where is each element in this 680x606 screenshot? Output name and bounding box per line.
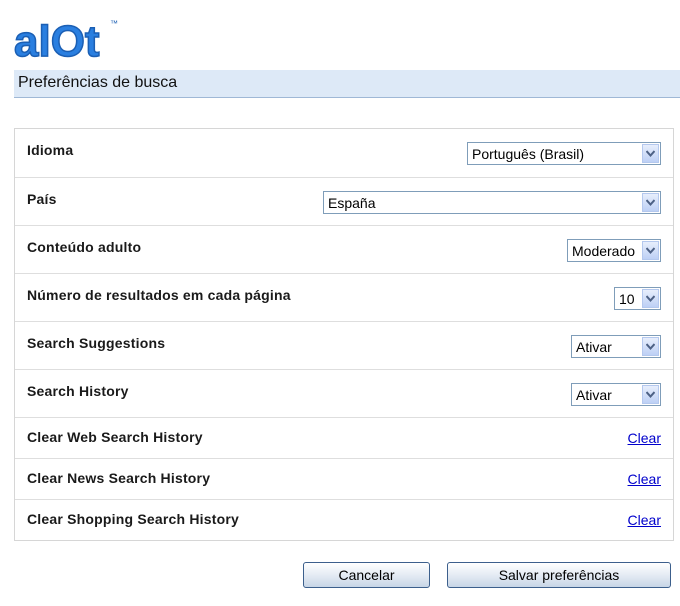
clear-row-web: Clear Web Search History Clear: [15, 417, 673, 458]
chevron-down-icon[interactable]: [642, 337, 659, 356]
search-suggestions-label: Search Suggestions: [27, 335, 166, 351]
clear-news-history-link[interactable]: Clear: [628, 471, 661, 487]
language-select-value: Português (Brasil): [472, 146, 585, 162]
adult-content-label: Conteúdo adulto: [27, 239, 142, 255]
search-suggestions-select-value: Ativar: [576, 339, 612, 355]
clear-shopping-history-link[interactable]: Clear: [628, 512, 661, 528]
chevron-down-icon[interactable]: [642, 144, 659, 163]
preferences-panel: Idioma Português (Brasil) País España Co…: [14, 128, 674, 541]
language-select[interactable]: Português (Brasil): [467, 142, 661, 165]
adult-content-select-value: Moderado: [572, 243, 636, 259]
chevron-down-icon[interactable]: [642, 289, 659, 308]
page-title: Preferências de busca: [18, 74, 178, 91]
alot-logo[interactable]: alOt ™: [13, 16, 124, 67]
language-label: Idioma: [27, 142, 74, 158]
search-history-select[interactable]: Ativar: [571, 383, 661, 406]
country-select[interactable]: España: [323, 191, 661, 214]
clear-news-history-label: Clear News Search History: [27, 470, 211, 486]
preference-row-search-history: Search History Ativar: [15, 369, 673, 417]
preference-row-results-per-page: Número de resultados em cada página 10: [15, 273, 673, 321]
clear-web-history-link[interactable]: Clear: [628, 430, 661, 446]
search-suggestions-select[interactable]: Ativar: [571, 335, 661, 358]
results-per-page-select-value: 10: [619, 291, 635, 307]
chevron-down-icon[interactable]: [642, 193, 659, 212]
results-per-page-label: Número de resultados em cada página: [27, 287, 291, 303]
results-per-page-select[interactable]: 10: [614, 287, 661, 310]
chevron-down-icon[interactable]: [642, 385, 659, 404]
preference-row-search-suggestions: Search Suggestions Ativar: [15, 321, 673, 369]
adult-content-select[interactable]: Moderado: [567, 239, 661, 262]
save-preferences-button[interactable]: Salvar preferências: [447, 562, 671, 588]
clear-row-news: Clear News Search History Clear: [15, 458, 673, 499]
logo-text: alOt: [14, 17, 100, 64]
country-label: País: [27, 191, 57, 207]
search-history-select-value: Ativar: [576, 387, 612, 403]
search-history-label: Search History: [27, 383, 129, 399]
preference-row-language: Idioma Português (Brasil): [15, 129, 673, 177]
page-header: Preferências de busca: [14, 70, 680, 98]
preference-row-country: País España: [15, 177, 673, 225]
trademark-symbol: ™: [110, 19, 118, 28]
chevron-down-icon[interactable]: [642, 241, 659, 260]
cancel-button[interactable]: Cancelar: [303, 562, 430, 588]
clear-row-shopping: Clear Shopping Search History Clear: [15, 499, 673, 540]
country-select-value: España: [328, 195, 376, 211]
clear-web-history-label: Clear Web Search History: [27, 429, 203, 445]
preference-row-adult-content: Conteúdo adulto Moderado: [15, 225, 673, 273]
clear-shopping-history-label: Clear Shopping Search History: [27, 511, 239, 527]
